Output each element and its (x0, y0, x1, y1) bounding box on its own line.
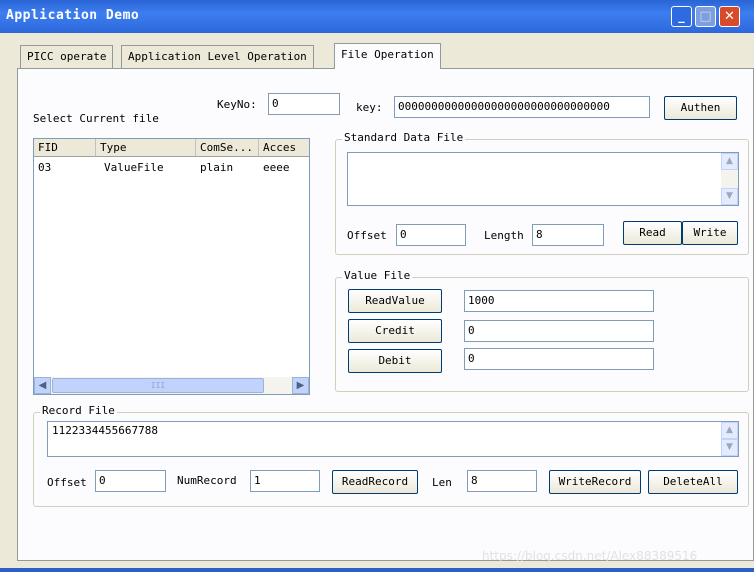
write-button[interactable]: Write (682, 221, 738, 245)
writerecord-button[interactable]: WriteRecord (549, 470, 641, 494)
vertical-scrollbar[interactable]: ▲ ▼ (721, 153, 738, 205)
watermark-text: https://blog.csdn.net/Alex88389516 (482, 549, 698, 563)
close-button[interactable]: ✕ (719, 6, 740, 27)
window-title: Application Demo (6, 8, 140, 23)
scroll-thumb[interactable]: III (52, 378, 264, 393)
std-length-label: Length (484, 229, 524, 242)
standard-data-textarea[interactable]: ▲ ▼ (347, 152, 739, 206)
title-bar[interactable]: Application Demo _ □ ✕ (0, 0, 754, 33)
readvalue-button[interactable]: ReadValue (348, 289, 442, 313)
select-file-label: Select Current file (33, 112, 159, 125)
app-window: Application Demo _ □ ✕ PICC operate Appl… (0, 0, 754, 572)
deleteall-button[interactable]: DeleteAll (648, 470, 738, 494)
column-header-access[interactable]: Acces (259, 139, 309, 157)
std-offset-input[interactable]: 0 (396, 224, 466, 246)
record-file-legend: Record File (40, 404, 117, 417)
column-header-fid[interactable]: FID (34, 139, 96, 157)
value-file-legend: Value File (342, 269, 413, 282)
std-offset-label: Offset (347, 229, 387, 242)
cell-comset: plain (200, 161, 234, 174)
cell-fid: 03 (38, 161, 52, 174)
read-button[interactable]: Read (623, 221, 682, 245)
scroll-down-icon[interactable]: ▼ (721, 188, 738, 205)
std-length-input[interactable]: 8 (532, 224, 604, 246)
credit-button[interactable]: Credit (348, 319, 442, 343)
numrecord-input[interactable]: 1 (250, 470, 320, 492)
tab-picc-operate[interactable]: PICC operate (20, 45, 114, 68)
window-bottom-border (0, 568, 754, 572)
record-data-text: 1122334455667788 (52, 424, 158, 437)
scroll-left-icon[interactable]: ◀ (34, 377, 51, 394)
len-input[interactable]: 8 (467, 470, 537, 492)
cell-type: ValueFile (104, 161, 164, 174)
record-offset-input[interactable]: 0 (95, 470, 166, 492)
tab-file-operation[interactable]: File Operation (334, 43, 441, 69)
column-header-type[interactable]: Type (96, 139, 196, 157)
debit-input[interactable]: 0 (464, 348, 654, 370)
scroll-down-icon[interactable]: ▼ (721, 439, 738, 456)
numrecord-label: NumRecord (177, 474, 237, 487)
table-row[interactable]: 03 ValueFile plain eeee (34, 159, 309, 177)
readrecord-button[interactable]: ReadRecord (332, 470, 418, 494)
record-offset-label: Offset (47, 476, 87, 489)
column-header-comset[interactable]: ComSe... (196, 139, 259, 157)
standard-data-file-legend: Standard Data File (342, 131, 466, 144)
maximize-button[interactable]: □ (695, 6, 716, 27)
authen-button[interactable]: Authen (664, 96, 737, 120)
scroll-up-icon[interactable]: ▲ (721, 422, 738, 439)
readvalue-input[interactable]: 1000 (464, 290, 654, 312)
vertical-scrollbar[interactable]: ▲ ▼ (721, 422, 738, 456)
minimize-icon: _ (678, 9, 685, 24)
debit-button[interactable]: Debit (348, 349, 442, 373)
keyno-label: KeyNo: (217, 98, 257, 111)
file-list[interactable]: FID Type ComSe... Acces 03 ValueFile pla… (33, 138, 310, 395)
scroll-up-icon[interactable]: ▲ (721, 153, 738, 170)
cell-access: eeee (263, 161, 290, 174)
horizontal-scrollbar[interactable]: ◀ III ▶ (34, 377, 309, 394)
len-label: Len (432, 476, 452, 489)
scroll-right-icon[interactable]: ▶ (292, 377, 309, 394)
credit-input[interactable]: 0 (464, 320, 654, 342)
record-data-textarea[interactable]: 1122334455667788 ▲ ▼ (47, 421, 739, 457)
keyno-input[interactable]: 0 (268, 93, 340, 115)
close-icon: ✕ (724, 9, 735, 24)
key-label: key: (356, 101, 383, 114)
maximize-icon: □ (699, 9, 712, 24)
minimize-button[interactable]: _ (671, 6, 692, 27)
key-input[interactable]: 00000000000000000000000000000000 (394, 96, 650, 118)
tab-application-level-operation[interactable]: Application Level Operation (121, 45, 314, 68)
